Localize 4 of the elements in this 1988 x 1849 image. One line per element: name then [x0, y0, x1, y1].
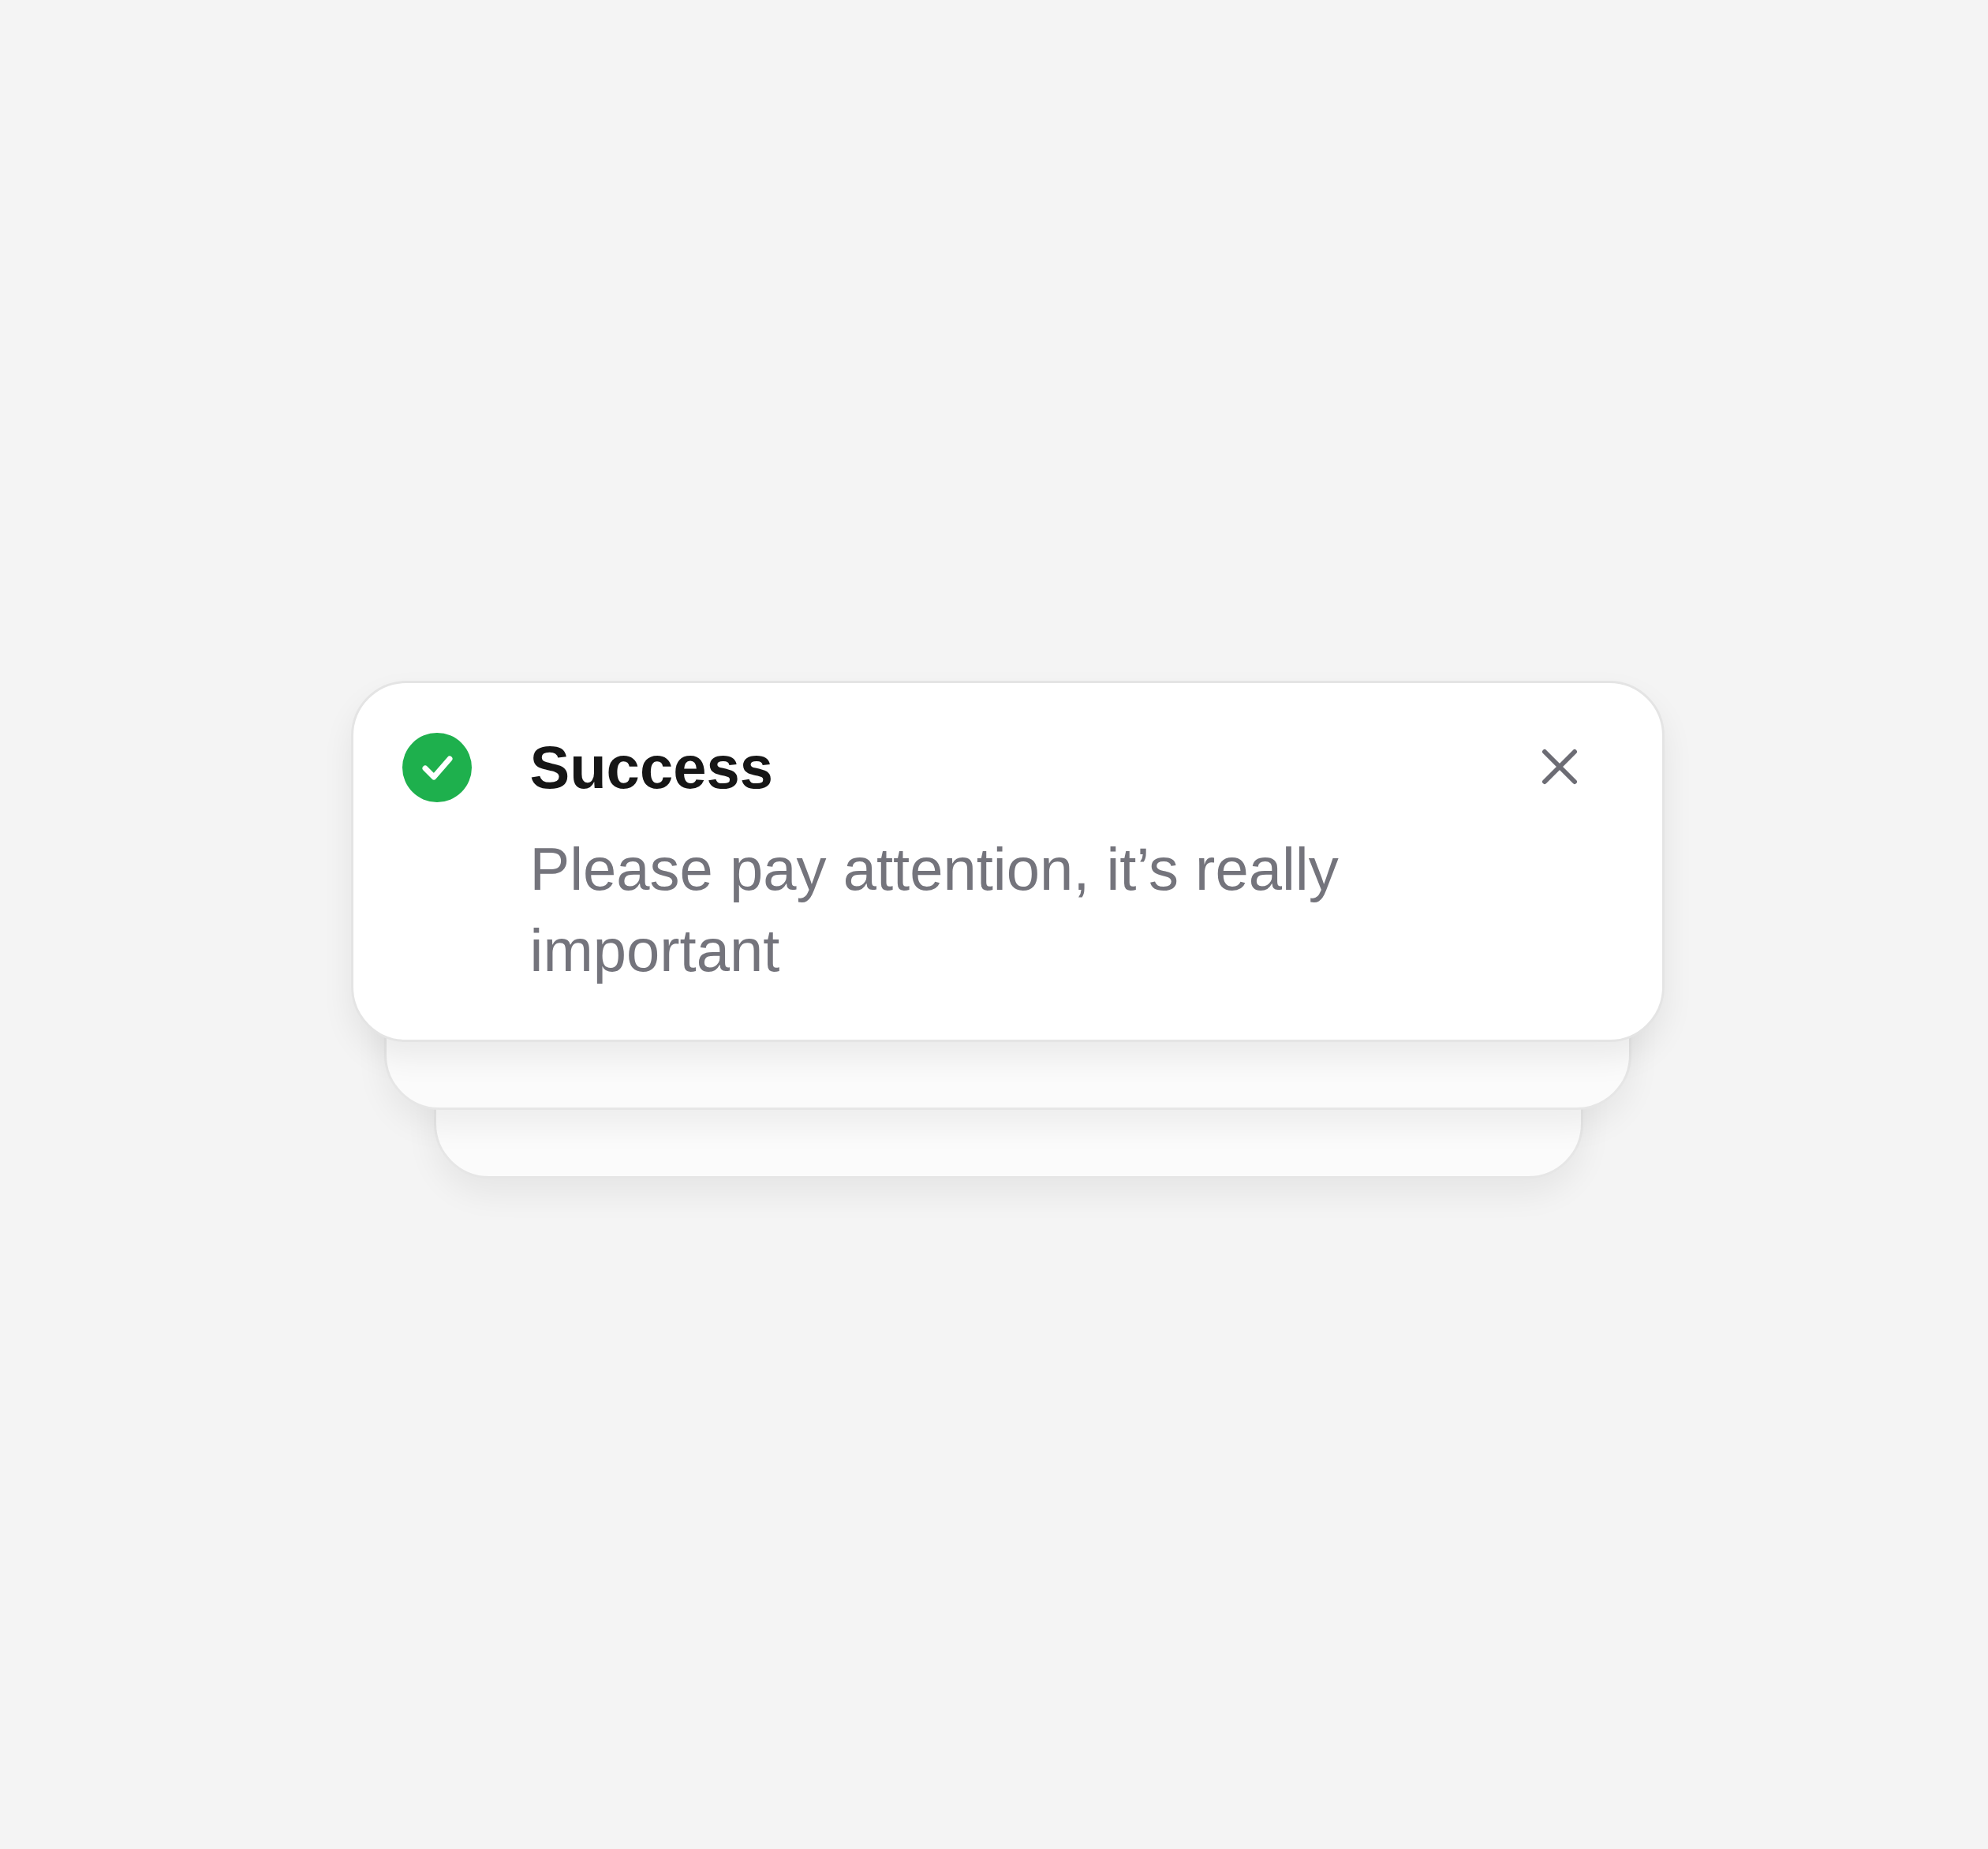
- toast-message: Please pay attention, it’s really important: [529, 835, 1340, 985]
- close-icon: [1541, 749, 1578, 785]
- check-circle-icon: [402, 733, 472, 802]
- toast-title: Success: [529, 733, 774, 802]
